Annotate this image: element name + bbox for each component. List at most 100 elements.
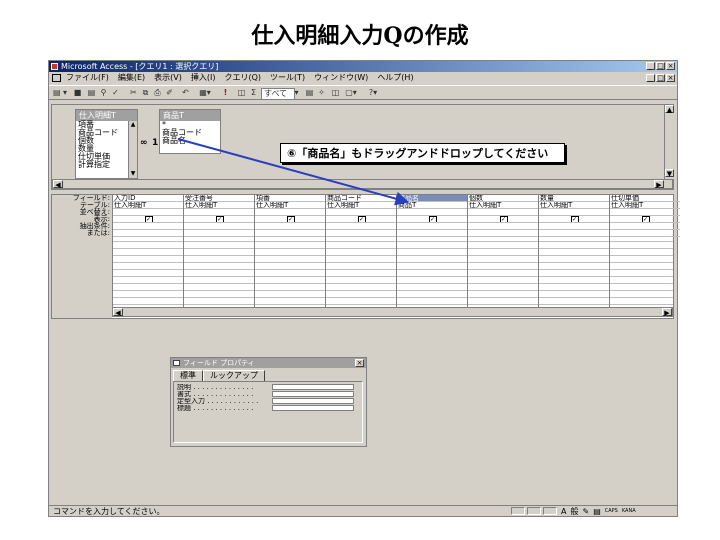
scroll-up-icon[interactable]: ▲ bbox=[665, 105, 674, 114]
grid-criteria-cell[interactable] bbox=[397, 223, 467, 230]
grid-table-cell[interactable]: 仕入明細T bbox=[326, 202, 396, 209]
grid-or-cell[interactable] bbox=[397, 230, 467, 237]
help-button[interactable]: ?▾ bbox=[365, 88, 381, 98]
grid-sort-cell[interactable] bbox=[113, 209, 183, 216]
print-icon[interactable]: ▤ bbox=[87, 88, 96, 98]
new-object-button[interactable]: ▢▾ bbox=[343, 88, 359, 98]
grid-column[interactable]: 受注番号 仕入明細T ✓ bbox=[183, 195, 254, 307]
run-button[interactable]: ! bbox=[221, 88, 230, 98]
grid-column[interactable]: 項番 仕入明細T ✓ bbox=[254, 195, 325, 307]
scroll-left-icon[interactable]: ◀ bbox=[53, 180, 63, 189]
ime-mode[interactable]: A bbox=[561, 506, 566, 517]
grid-field-cell[interactable]: 仕切単価 bbox=[610, 195, 680, 202]
grid-criteria-cell[interactable] bbox=[113, 223, 183, 230]
fieldlist-scrollbar[interactable]: ▲ ▼ bbox=[128, 121, 137, 178]
properties-titlebar[interactable]: フィールド プロパティ × bbox=[171, 358, 366, 368]
grid-sort-cell[interactable] bbox=[184, 209, 254, 216]
grid-field-cell[interactable]: 入力ID bbox=[113, 195, 183, 202]
grid-or-cell[interactable] bbox=[184, 230, 254, 237]
document-icon[interactable] bbox=[52, 74, 61, 82]
grid-field-cell[interactable]: 数量 bbox=[539, 195, 609, 202]
menu-query[interactable]: クエリ(Q) bbox=[224, 72, 261, 84]
grid-criteria-cell[interactable] bbox=[326, 223, 396, 230]
grid-sort-cell[interactable] bbox=[397, 209, 467, 216]
format-painter-icon[interactable]: ✐ bbox=[165, 88, 174, 98]
grid-field-cell[interactable]: 項番 bbox=[255, 195, 325, 202]
minimize-button[interactable]: _ bbox=[646, 62, 655, 70]
prop-value[interactable] bbox=[272, 405, 354, 411]
grid-criteria-cell[interactable] bbox=[539, 223, 609, 230]
grid-criteria-cell[interactable] bbox=[610, 223, 680, 230]
ime-pad-icon[interactable]: ✎ bbox=[582, 506, 589, 517]
prop-value[interactable] bbox=[272, 384, 354, 390]
grid-sort-cell[interactable] bbox=[539, 209, 609, 216]
ime-conversion[interactable]: 般 bbox=[570, 506, 578, 517]
grid-field-cell[interactable]: 個数 bbox=[468, 195, 538, 202]
totals-button[interactable]: Σ bbox=[249, 88, 258, 98]
query-type-button[interactable]: ▦▾ bbox=[197, 88, 213, 98]
show-checkbox[interactable]: ✓ bbox=[144, 216, 153, 222]
doc-restore-button[interactable]: □ bbox=[656, 74, 665, 82]
menu-tools[interactable]: ツール(T) bbox=[270, 72, 305, 84]
grid-or-cell[interactable] bbox=[113, 230, 183, 237]
show-checkbox[interactable]: ✓ bbox=[357, 216, 366, 222]
field-item-shohinmei[interactable]: 商品名 bbox=[160, 137, 220, 145]
grid-sort-cell[interactable] bbox=[610, 209, 680, 216]
grid-table-cell[interactable]: 仕入明細T bbox=[468, 202, 538, 209]
grid-column[interactable]: 数量 仕入明細T ✓ bbox=[538, 195, 609, 307]
spell-icon[interactable]: ✓ bbox=[111, 88, 120, 98]
save-icon[interactable]: ■ bbox=[73, 88, 82, 98]
grid-column[interactable]: 仕切単価 仕入明細T ✓ bbox=[609, 195, 680, 307]
menu-edit[interactable]: 編集(E) bbox=[118, 72, 145, 84]
grid-criteria-cell[interactable] bbox=[468, 223, 538, 230]
field-properties-window[interactable]: フィールド プロパティ × 標準 ルックアップ 説明 . . . . . . .… bbox=[170, 357, 367, 447]
menu-window[interactable]: ウィンドウ(W) bbox=[314, 72, 368, 84]
grid-or-cell[interactable] bbox=[610, 230, 680, 237]
prop-value[interactable] bbox=[272, 398, 354, 404]
grid-table-cell[interactable]: 仕入明細T bbox=[255, 202, 325, 209]
grid-field-cell[interactable]: 商品名 bbox=[397, 195, 467, 202]
grid-column[interactable]: 入力ID 仕入明細T ✓ bbox=[112, 195, 183, 307]
doc-close-button[interactable]: × bbox=[666, 74, 675, 82]
table-pane-vscroll[interactable]: ▲ ▼ bbox=[664, 105, 674, 179]
menu-insert[interactable]: 挿入(I) bbox=[191, 72, 216, 84]
undo-icon[interactable]: ↶ bbox=[181, 88, 190, 98]
grid-hscroll[interactable]: ◀ ▶ bbox=[112, 307, 673, 317]
preview-icon[interactable]: ⚲ bbox=[99, 88, 108, 98]
show-table-icon[interactable]: ◫ bbox=[237, 88, 246, 98]
grid-table-cell[interactable]: 仕入明細T bbox=[184, 202, 254, 209]
show-checkbox[interactable]: ✓ bbox=[286, 216, 295, 222]
show-checkbox[interactable]: ✓ bbox=[499, 216, 508, 222]
properties-icon[interactable]: ▤ bbox=[305, 88, 314, 98]
prop-value[interactable] bbox=[272, 391, 354, 397]
grid-field-cell[interactable]: 受注番号 bbox=[184, 195, 254, 202]
grid-or-cell[interactable] bbox=[468, 230, 538, 237]
show-checkbox[interactable]: ✓ bbox=[428, 216, 437, 222]
view-button[interactable]: ▤ ▾ bbox=[52, 88, 68, 98]
copy-icon[interactable]: ⧉ bbox=[141, 88, 150, 98]
build-icon[interactable]: ✧ bbox=[317, 88, 326, 98]
top-values-select[interactable]: すべて bbox=[261, 88, 295, 100]
grid-column[interactable]: 個数 仕入明細T ✓ bbox=[467, 195, 538, 307]
database-window-icon[interactable]: ◫ bbox=[331, 88, 340, 98]
menu-file[interactable]: ファイル(F) bbox=[66, 72, 109, 84]
grid-sort-cell[interactable] bbox=[326, 209, 396, 216]
grid-sort-cell[interactable] bbox=[255, 209, 325, 216]
grid-criteria-cell[interactable] bbox=[255, 223, 325, 230]
tab-lookup[interactable]: ルックアップ bbox=[203, 370, 265, 381]
top-values-dropdown-icon[interactable]: ▾ bbox=[293, 88, 300, 98]
scroll-right-icon[interactable]: ▶ bbox=[662, 308, 672, 317]
grid-or-cell[interactable] bbox=[326, 230, 396, 237]
maximize-button[interactable]: □ bbox=[656, 62, 665, 70]
scroll-left-icon[interactable]: ◀ bbox=[113, 308, 123, 317]
fieldlist-title[interactable]: 商品T bbox=[160, 110, 220, 121]
window-titlebar[interactable]: Microsoft Access - [クエリ1 : 選択クエリ] _ □ × bbox=[49, 61, 677, 72]
ime-caps[interactable]: CAPS bbox=[605, 506, 618, 517]
close-icon[interactable]: × bbox=[355, 359, 364, 367]
table-pane-hscroll[interactable]: ◀ ▶ bbox=[52, 179, 673, 189]
grid-table-cell[interactable]: 仕入明細T bbox=[539, 202, 609, 209]
grid-table-cell[interactable]: 仕入明細T bbox=[113, 202, 183, 209]
cut-icon[interactable]: ✂ bbox=[129, 88, 138, 98]
show-checkbox[interactable]: ✓ bbox=[641, 216, 650, 222]
grid-criteria-cell[interactable] bbox=[184, 223, 254, 230]
